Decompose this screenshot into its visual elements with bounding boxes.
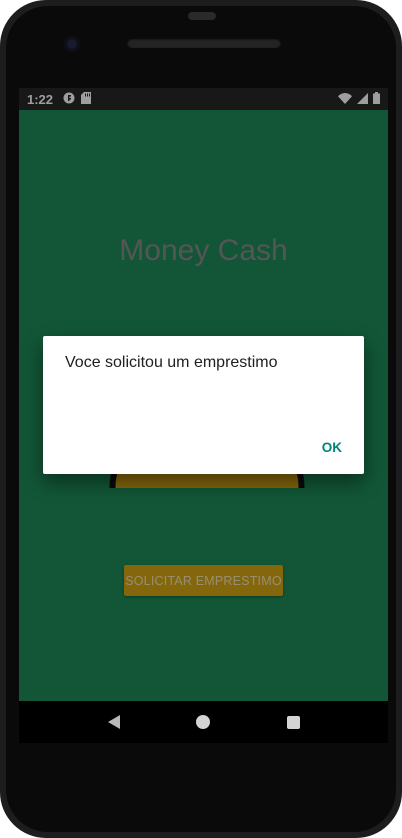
navigation-bar [19, 701, 388, 743]
speaker-grille [127, 38, 281, 48]
recents-icon[interactable] [283, 712, 303, 732]
alert-dialog: Voce solicitou um emprestimo OK [43, 336, 364, 474]
back-icon[interactable] [104, 712, 124, 732]
dialog-ok-button[interactable]: OK [314, 436, 350, 459]
screen: 1:22 Money Cash SOLICITAR EMPRESTIMO Voc… [19, 88, 388, 701]
device-frame: 1:22 Money Cash SOLICITAR EMPRESTIMO Voc… [0, 0, 402, 838]
home-icon[interactable] [193, 712, 213, 732]
front-camera-icon [64, 36, 80, 52]
dialog-message: Voce solicitou um emprestimo [65, 354, 278, 371]
earpiece-notch [188, 12, 216, 20]
